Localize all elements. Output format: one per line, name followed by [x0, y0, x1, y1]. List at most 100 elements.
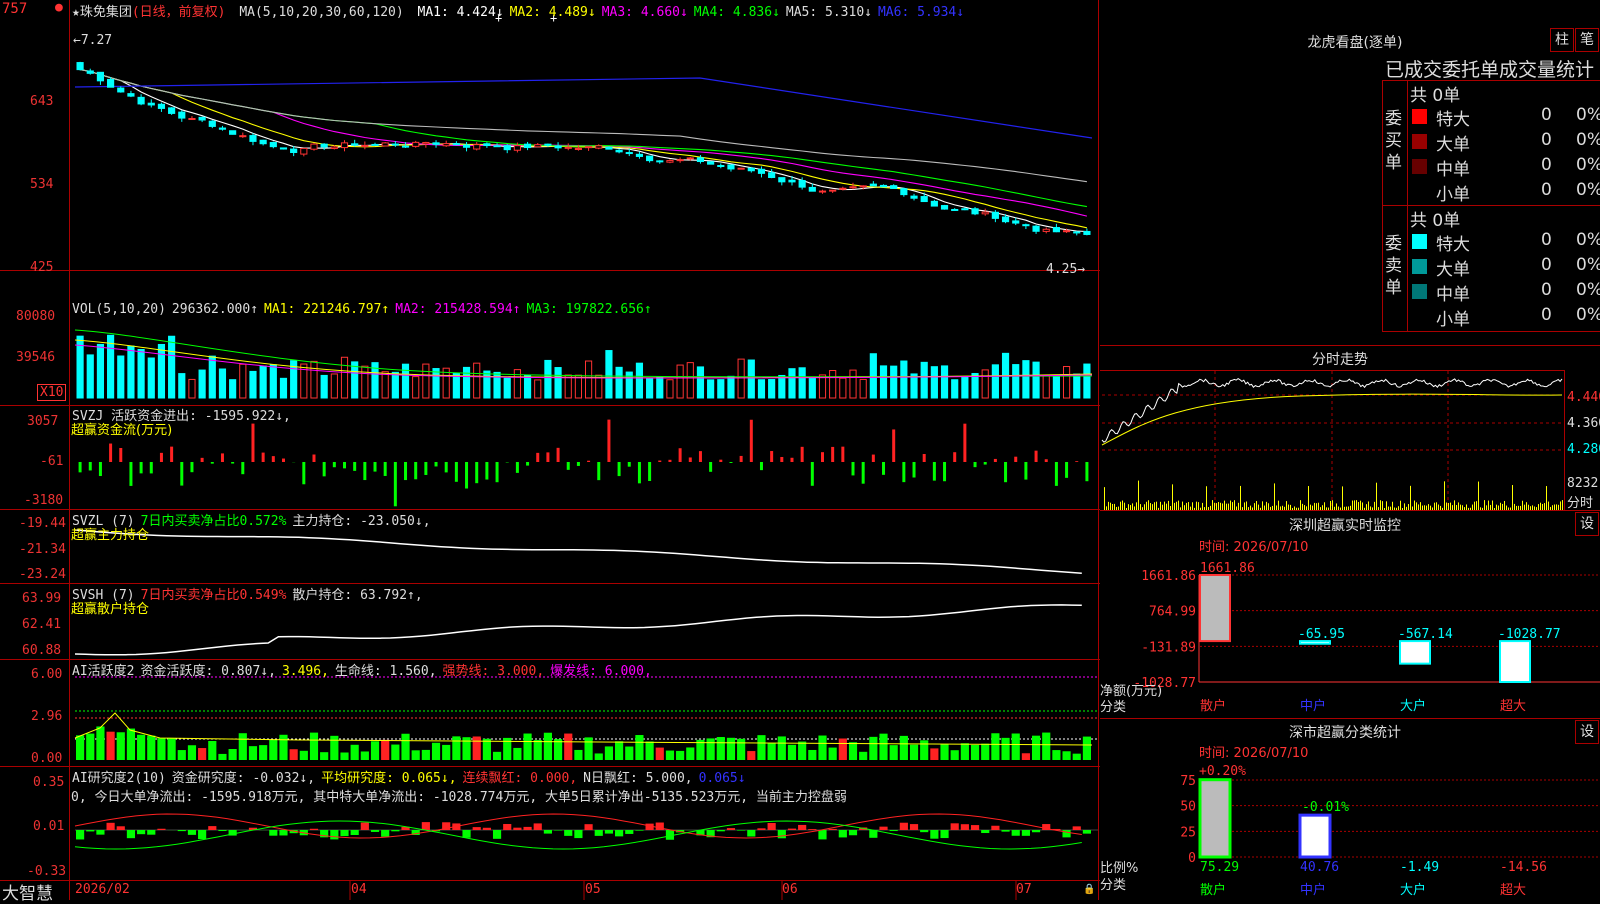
candle-body: [535, 145, 541, 147]
sm-value-label: 75.29: [1200, 860, 1239, 875]
stock-name[interactable]: ★珠免集团: [72, 5, 132, 20]
intraday-volume-bar: [1168, 501, 1169, 510]
buy-row-pct: 0%: [1576, 180, 1600, 200]
intraday-volume-bar: [1182, 502, 1183, 510]
xaxis-label-jul: 07: [1016, 882, 1032, 897]
candle-body: [1013, 221, 1019, 223]
intraday-volume-bar: [1512, 485, 1513, 510]
sz-settings-button[interactable]: 设: [1575, 512, 1599, 536]
intraday-volume-bar: [1342, 486, 1343, 510]
volume-bar: [1013, 365, 1019, 398]
ai2-label: AI研究度2(10): [72, 771, 166, 786]
volume-bar: [524, 375, 530, 398]
volume-bar: [128, 346, 134, 398]
stock-mode[interactable]: (日线，前复权): [132, 5, 226, 20]
svzj-axis-top: 3057: [27, 414, 58, 429]
svzl-ratio: 7日内买卖净占比0.572%: [141, 514, 287, 529]
fund-flow-bar: [984, 462, 987, 465]
research-bar: [513, 828, 521, 830]
volume-bar: [413, 377, 419, 398]
fund-flow-bar: [729, 462, 732, 463]
sz-bar-2: [1400, 641, 1430, 664]
research-bar: [951, 823, 959, 830]
activity-bar: [544, 733, 552, 760]
sell-row-count: 0: [1541, 305, 1552, 325]
activity-bar: [656, 748, 664, 760]
intraday-volume-bar: [1266, 502, 1267, 510]
ai2-value: 0.065↓: [699, 771, 746, 786]
intraday-volume-bar: [1544, 503, 1545, 510]
candle-body: [1063, 231, 1069, 232]
research-bar: [940, 830, 948, 838]
candle-body: [291, 149, 297, 152]
panel-divider: [1100, 345, 1600, 346]
fund-flow-bar: [1014, 457, 1017, 462]
volume-bar: [586, 361, 592, 398]
activity-bar: [117, 732, 125, 760]
volume-bar: [830, 371, 836, 398]
fund-flow-bar: [79, 462, 82, 472]
activity-bar: [452, 736, 460, 760]
fund-flow-bar: [251, 424, 254, 462]
fund-flow-bar: [821, 452, 824, 462]
sell-row-label: 小单: [1436, 305, 1470, 330]
volume-bar: [891, 366, 897, 398]
fund-flow-bar: [872, 455, 875, 462]
volume-bar: [179, 374, 185, 398]
chart-canvas[interactable]: ++1661.86764.99-131.89-1028.771661.86散户-…: [0, 0, 1600, 900]
research-bar: [635, 830, 643, 831]
research-bar: [829, 829, 837, 830]
lock-icon[interactable]: 🔒: [1083, 884, 1095, 895]
sm-settings-button[interactable]: 设: [1575, 720, 1599, 744]
research-bar: [76, 830, 84, 839]
intraday-volume-bar: [1138, 481, 1139, 510]
fund-flow-bar: [597, 462, 600, 480]
candle-body: [586, 147, 592, 148]
candle-body: [718, 166, 724, 167]
intraday-volume-bar: [1178, 501, 1179, 510]
intraday-volume-bar: [1362, 502, 1363, 510]
research-bar: [879, 827, 887, 830]
vol-value: 296362.000↑: [172, 302, 258, 317]
intraday-volume-bar: [1410, 486, 1411, 510]
research-bar: [1073, 826, 1081, 830]
intraday-volume-bar: [1376, 483, 1377, 510]
sm-bar-0: [1200, 780, 1230, 857]
fund-flow-bar: [272, 456, 275, 462]
activity-bar: [188, 745, 196, 760]
bar-mode-button[interactable]: 柱: [1550, 28, 1574, 52]
candle-body: [616, 150, 622, 152]
activity-bar: [737, 739, 745, 760]
fund-flow-bar: [963, 424, 966, 462]
volume-bar: [250, 371, 256, 398]
candle-body: [1053, 228, 1059, 232]
research-bar: [900, 823, 908, 830]
pen-mode-button[interactable]: 笔: [1575, 28, 1599, 52]
research-bar: [391, 830, 399, 831]
volume-bar: [97, 344, 103, 398]
volume-bar: [992, 365, 998, 398]
order-divider: [1407, 80, 1408, 331]
activity-bar: [859, 752, 867, 760]
candle-body: [819, 191, 825, 192]
candle-body: [708, 162, 714, 164]
sm-value-label: -1.49: [1400, 860, 1439, 875]
intraday-volume-bar: [1234, 500, 1235, 510]
activity-bar: [686, 747, 694, 760]
xaxis-label-jun: 06: [782, 882, 798, 897]
candle-body: [504, 146, 510, 150]
activity-bar: [900, 736, 908, 760]
sell-row-pct: 0%: [1576, 230, 1600, 250]
candle-body: [179, 112, 185, 118]
intraday-volume-bar: [1380, 500, 1381, 510]
fund-flow-bar: [750, 420, 753, 462]
volume-bar: [1023, 361, 1029, 398]
candle-body: [463, 145, 469, 147]
candle-body: [402, 146, 408, 147]
candle-body: [575, 149, 581, 150]
activity-bar: [432, 743, 440, 760]
intraday-volume-bar: [1382, 501, 1383, 510]
intraday-volume-bar: [1274, 483, 1275, 510]
toggle-icon[interactable]: ●: [55, 0, 63, 15]
activity-bar: [808, 750, 816, 760]
